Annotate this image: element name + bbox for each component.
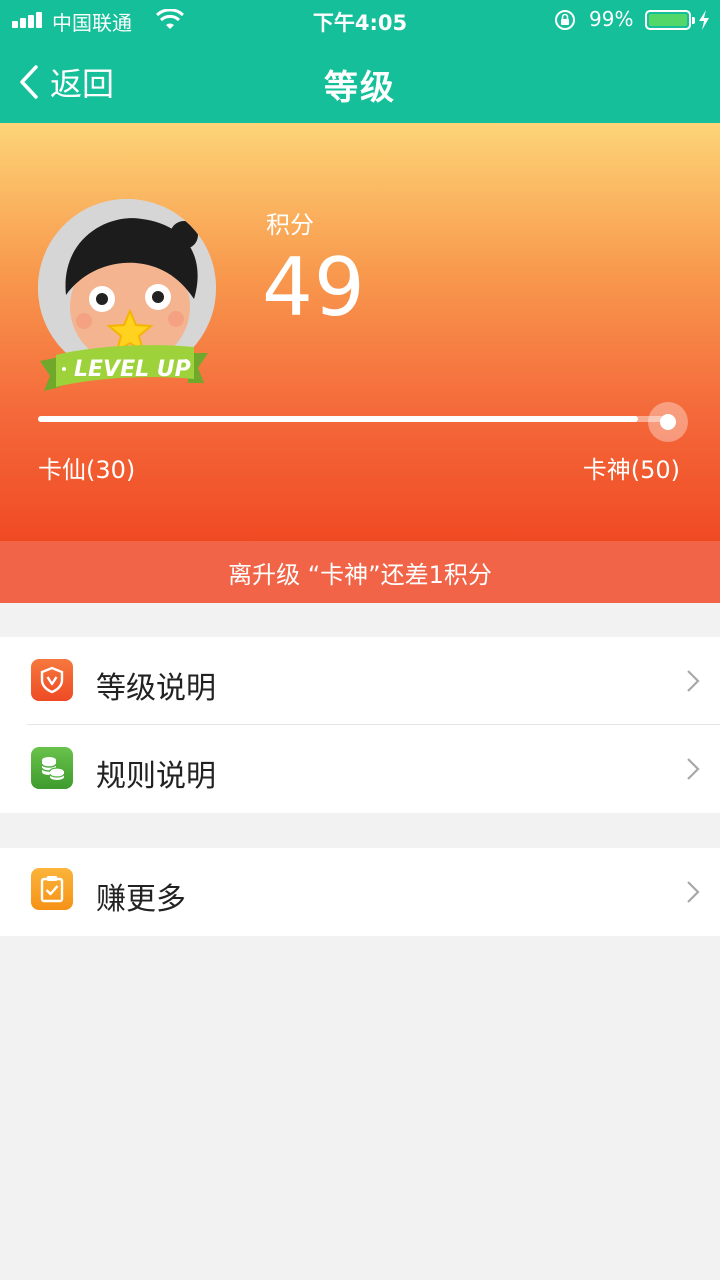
chevron-right-icon bbox=[687, 670, 700, 692]
chevron-right-icon bbox=[687, 758, 700, 780]
menu-item-earn-more[interactable]: 赚更多 bbox=[0, 848, 720, 936]
top-bar: 中国联通 下午4:05 99% 返回 等级 bbox=[0, 0, 720, 123]
page-title: 等级 bbox=[324, 68, 396, 108]
rotation-lock-icon bbox=[555, 10, 575, 30]
menu-item-level-explanation[interactable]: 等级说明 bbox=[0, 637, 720, 725]
progress-knob bbox=[660, 414, 676, 430]
points-label: 积分 bbox=[266, 211, 314, 239]
next-level-label: 卡神(50) bbox=[582, 456, 680, 484]
coins-icon bbox=[31, 747, 73, 789]
menu-group-info: 等级说明 规则说明 bbox=[0, 637, 720, 813]
status-bar: 中国联通 下午4:05 99% bbox=[0, 0, 720, 40]
nav-bar: 返回 等级 bbox=[0, 40, 720, 123]
charging-icon bbox=[699, 10, 709, 30]
level-hero: LEVEL UP 积分 49 卡仙(30) 卡神(50) bbox=[0, 123, 720, 541]
upgrade-notice: 离升级 “卡神”还差1积分 bbox=[0, 541, 720, 603]
menu-item-label: 等级说明 bbox=[96, 671, 216, 706]
level-up-ribbon: LEVEL UP bbox=[40, 345, 208, 391]
current-level-label: 卡仙(30) bbox=[38, 456, 136, 484]
menu-group-earn: 赚更多 bbox=[0, 848, 720, 936]
points-value: 49 bbox=[262, 241, 366, 334]
menu-item-rules[interactable]: 规则说明 bbox=[0, 725, 720, 813]
level-progress-track bbox=[38, 416, 670, 422]
chevron-right-icon bbox=[687, 881, 700, 903]
svg-text:LEVEL UP: LEVEL UP bbox=[74, 357, 191, 382]
shield-v-icon bbox=[31, 659, 73, 701]
battery-icon bbox=[645, 10, 695, 30]
clipboard-check-icon bbox=[31, 868, 73, 910]
level-progress-fill bbox=[38, 416, 639, 422]
menu-item-label: 赚更多 bbox=[96, 882, 186, 917]
menu-item-label: 规则说明 bbox=[96, 759, 216, 794]
battery-percent: 99% bbox=[589, 7, 634, 31]
avatar-block: LEVEL UP bbox=[36, 199, 216, 409]
